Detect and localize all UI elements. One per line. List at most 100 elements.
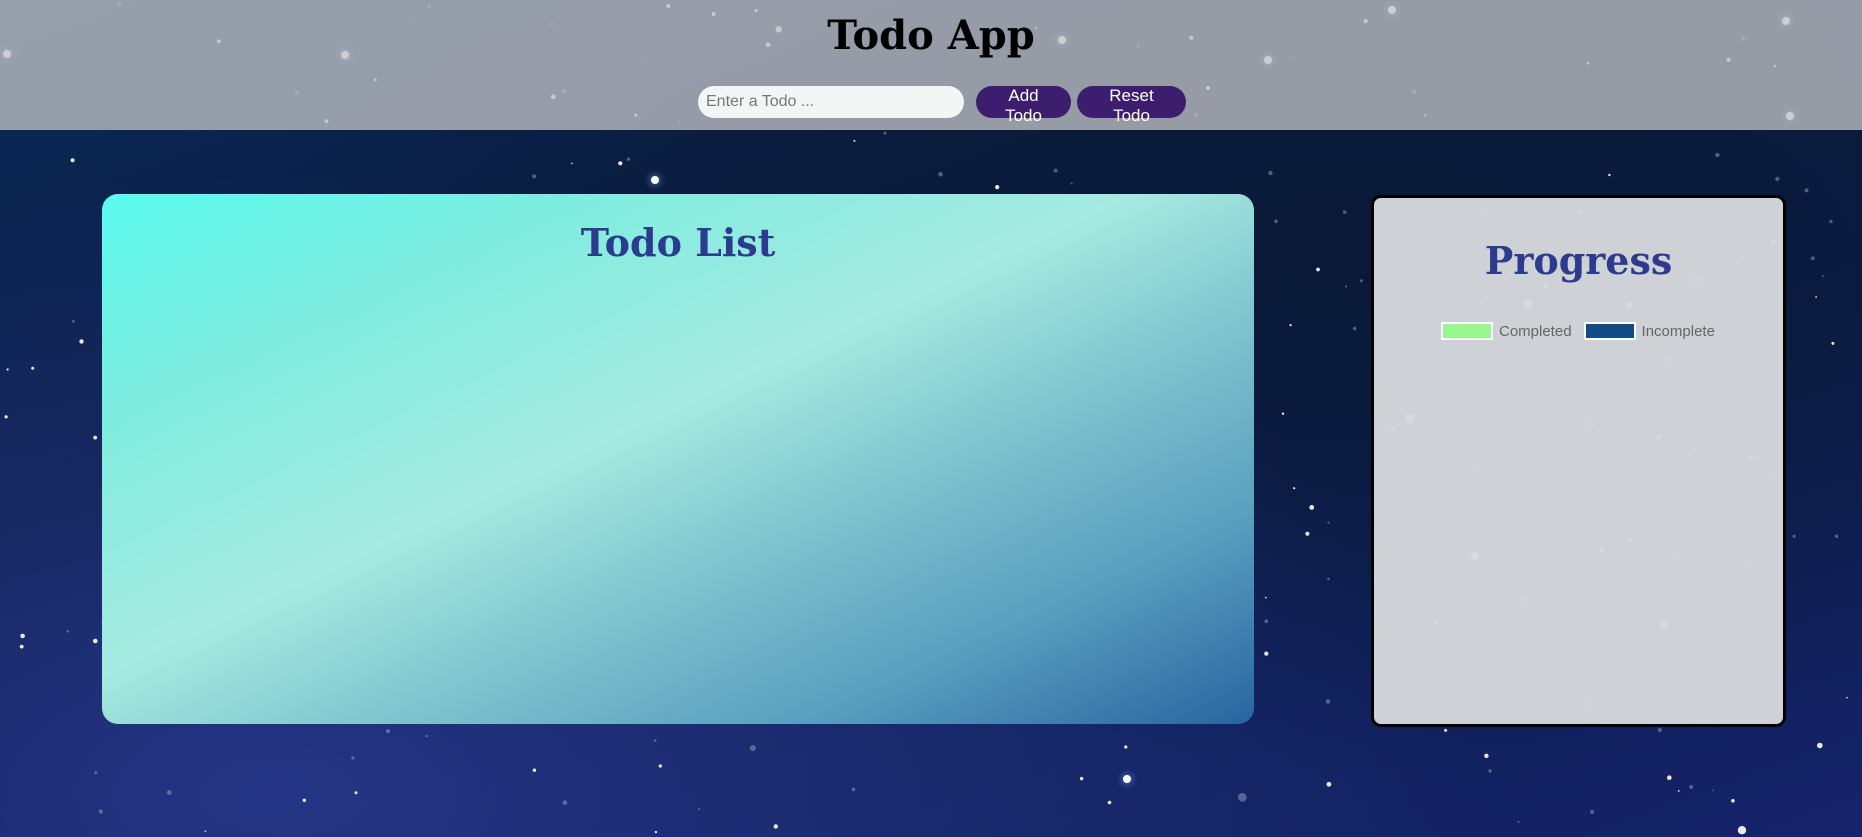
todo-list-panel: Todo List xyxy=(102,194,1254,724)
star-dot xyxy=(385,729,390,734)
star-dot xyxy=(1352,326,1357,331)
progress-title: Progress xyxy=(1484,238,1673,283)
star-dot xyxy=(1488,769,1492,773)
todo-list-title: Todo List xyxy=(580,220,776,265)
star-dot xyxy=(1342,210,1347,214)
star-dot xyxy=(562,800,568,805)
star-dot xyxy=(1079,776,1084,781)
star-dot xyxy=(1305,531,1310,536)
todo-controls: Add Todo Reset Todo xyxy=(698,86,1186,125)
star-dot xyxy=(1810,256,1815,261)
star-dot xyxy=(1817,742,1823,749)
star-dot xyxy=(31,366,35,370)
star-dot xyxy=(1316,267,1320,272)
progress-legend: Completed Incomplete xyxy=(1441,322,1715,340)
star-dot xyxy=(1517,820,1520,823)
star-dot xyxy=(1264,619,1269,624)
star-dot xyxy=(351,756,355,760)
star-dot xyxy=(354,791,358,795)
star-dot xyxy=(1281,412,1285,415)
star-dot xyxy=(425,734,428,738)
star-dot xyxy=(1327,577,1330,581)
star-dot xyxy=(658,764,662,768)
star-dot xyxy=(1268,170,1273,176)
star-dot xyxy=(1712,789,1714,792)
glowing-star xyxy=(651,176,659,184)
star-dot xyxy=(1124,745,1128,749)
star-dot xyxy=(1804,188,1809,193)
star-dot xyxy=(302,798,306,802)
star-dot xyxy=(1237,792,1247,802)
star-dot xyxy=(66,629,69,633)
add-todo-button[interactable]: Add Todo xyxy=(976,86,1071,125)
star-dot xyxy=(1264,596,1267,599)
glowing-star xyxy=(1123,775,1131,783)
legend-item-incomplete: Incomplete xyxy=(1583,322,1715,340)
star-dot xyxy=(532,174,537,179)
star-dot xyxy=(1834,534,1839,538)
star-dot xyxy=(851,787,856,792)
star-dot xyxy=(571,162,573,165)
star-dot xyxy=(1326,781,1332,787)
star-dot xyxy=(93,638,98,644)
app-header: Todo App Add Todo Reset Todo xyxy=(0,0,1862,130)
star-dot xyxy=(1731,799,1735,803)
star-dot xyxy=(1821,275,1824,278)
star-dot xyxy=(773,824,778,829)
star-dot xyxy=(1775,176,1780,181)
incomplete-swatch xyxy=(1583,322,1636,340)
star-dot xyxy=(166,790,172,795)
star-dot xyxy=(1846,696,1848,699)
star-dot xyxy=(19,644,24,649)
star-dot xyxy=(1070,182,1073,185)
star-dot xyxy=(1053,168,1058,173)
legend-label-completed: Completed xyxy=(1499,322,1572,340)
star-dot xyxy=(853,139,856,142)
star-dot xyxy=(698,808,701,811)
star-dot xyxy=(1293,487,1296,490)
star-dot xyxy=(1829,219,1833,224)
completed-swatch xyxy=(1441,322,1493,340)
star-dot xyxy=(94,771,98,775)
star-dot xyxy=(1327,521,1330,524)
star-dot xyxy=(618,161,623,166)
star-dot xyxy=(1667,775,1672,780)
star-dot xyxy=(938,172,943,177)
star-dot xyxy=(1325,699,1331,704)
star-dot xyxy=(1274,219,1278,224)
app-title: Todo App xyxy=(827,12,1035,59)
star-dot xyxy=(1831,341,1835,345)
star-dot xyxy=(883,131,887,135)
star-dot xyxy=(70,158,75,163)
star-dot xyxy=(1608,173,1611,177)
star-dot xyxy=(1264,651,1269,656)
star-dot xyxy=(1107,800,1112,805)
star-dot xyxy=(1444,728,1448,732)
star-dot xyxy=(653,739,657,742)
star-dot xyxy=(1344,285,1348,288)
star-dot xyxy=(1484,753,1489,758)
progress-panel: Progress Completed Incomplete xyxy=(1371,195,1786,727)
star-dot xyxy=(626,157,631,161)
legend-label-incomplete: Incomplete xyxy=(1641,322,1715,340)
reset-todo-button[interactable]: Reset Todo xyxy=(1077,86,1186,125)
star-dot xyxy=(6,368,9,371)
star-dot xyxy=(1309,505,1315,510)
star-dot xyxy=(532,768,537,772)
star-dot xyxy=(1715,152,1720,158)
star-dot xyxy=(72,320,75,323)
star-dot xyxy=(1815,296,1817,298)
todo-input[interactable] xyxy=(698,86,964,118)
star-dot xyxy=(654,830,658,834)
legend-item-completed: Completed xyxy=(1441,322,1572,340)
star-dot xyxy=(20,633,25,639)
star-dot xyxy=(1737,826,1747,835)
star-dot xyxy=(4,415,8,419)
star-dot xyxy=(1657,727,1662,733)
star-dot xyxy=(1289,324,1292,327)
star-dot xyxy=(1677,790,1680,792)
star-dot xyxy=(1689,785,1694,789)
star-dot xyxy=(749,745,756,752)
star-dot xyxy=(93,435,98,440)
star-dot xyxy=(98,809,103,814)
